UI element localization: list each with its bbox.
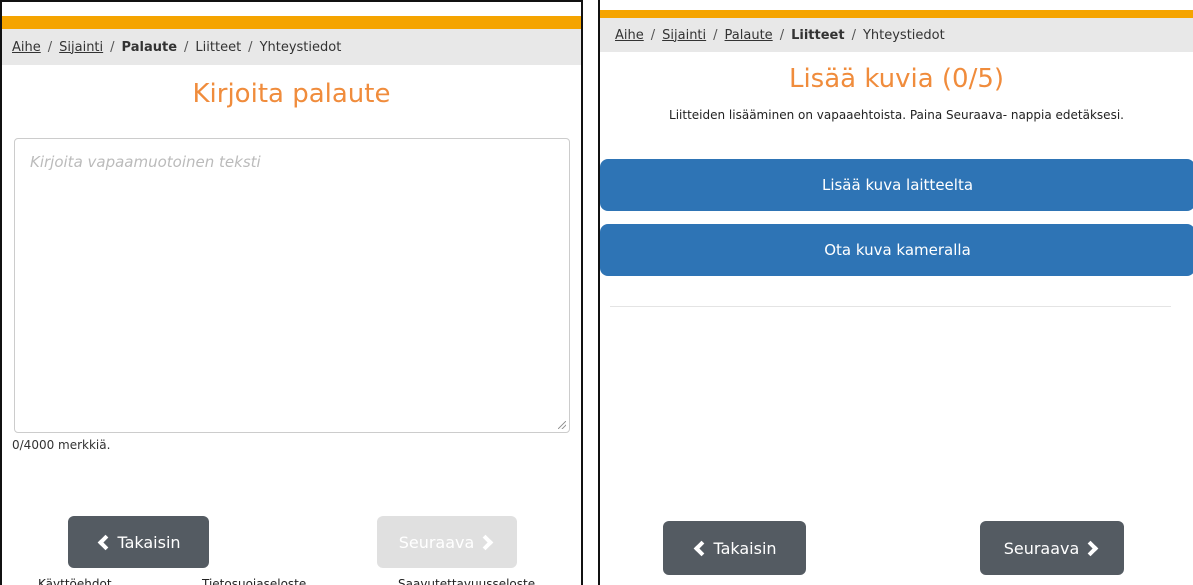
chevron-left-icon bbox=[694, 540, 710, 556]
back-button[interactable]: Takaisin bbox=[68, 516, 209, 568]
feedback-textarea[interactable]: Kirjoita vapaamuotoinen teksti bbox=[14, 138, 570, 433]
chevron-left-icon bbox=[98, 534, 114, 550]
chevron-right-icon bbox=[478, 534, 494, 550]
breadcrumb-palaute[interactable]: Palaute bbox=[725, 28, 773, 43]
next-button-label: Seuraava bbox=[1003, 538, 1080, 558]
breadcrumb-sijainti[interactable]: Sijainti bbox=[59, 40, 103, 55]
breadcrumb-aihe[interactable]: Aihe bbox=[12, 40, 41, 55]
take-photo-button[interactable]: Ota kuva kameralla bbox=[600, 224, 1193, 276]
breadcrumb-liitteet: Liitteet bbox=[791, 27, 845, 43]
resize-handle-icon[interactable] bbox=[558, 421, 566, 429]
breadcrumb-sijainti[interactable]: Sijainti bbox=[662, 28, 706, 43]
info-text: Liitteiden lisääminen on vapaaehtoista. … bbox=[669, 108, 1124, 122]
textarea-placeholder: Kirjoita vapaamuotoinen teksti bbox=[30, 153, 261, 171]
chevron-right-icon bbox=[1083, 540, 1099, 556]
privacy-link[interactable]: Tietosuojaseloste bbox=[202, 577, 306, 585]
breadcrumb-palaute: Palaute bbox=[121, 39, 178, 55]
footer-links: Käyttöehdot Tietosuojaseloste Saavutetta… bbox=[2, 577, 581, 585]
next-button[interactable]: Seuraava bbox=[980, 521, 1124, 575]
back-button-label: Takaisin bbox=[713, 538, 777, 558]
page-title: Lisää kuvia (0/5) bbox=[788, 64, 1005, 94]
feedback-step-panel: Aihe / Sijainti / Palaute / Liitteet / Y… bbox=[0, 0, 583, 585]
next-button-label: Seuraava bbox=[398, 532, 475, 552]
breadcrumb: Aihe / Sijainti / Palaute / Liitteet / Y… bbox=[2, 29, 581, 65]
char-counter: 0/4000 merkkiä. bbox=[12, 438, 111, 452]
breadcrumb: Aihe / Sijainti / Palaute / Liitteet / Y… bbox=[600, 18, 1193, 52]
breadcrumb-liitteet: Liitteet bbox=[195, 39, 242, 55]
accessibility-link[interactable]: Saavutettavuusseloste bbox=[398, 577, 535, 585]
breadcrumb-aihe[interactable]: Aihe bbox=[615, 28, 644, 43]
back-button[interactable]: Takaisin bbox=[663, 521, 806, 575]
divider bbox=[610, 306, 1171, 307]
breadcrumb-yhteystiedot: Yhteystiedot bbox=[862, 27, 945, 43]
breadcrumb-yhteystiedot: Yhteystiedot bbox=[259, 39, 342, 55]
back-button-label: Takaisin bbox=[117, 532, 181, 552]
terms-link[interactable]: Käyttöehdot bbox=[38, 577, 112, 585]
attachments-step-panel: Aihe / Sijainti / Palaute / Liitteet / Y… bbox=[598, 0, 1193, 585]
next-button[interactable]: Seuraava bbox=[377, 516, 517, 568]
accent-bar bbox=[600, 10, 1193, 18]
accent-bar bbox=[2, 16, 581, 29]
page-title: Kirjoita palaute bbox=[192, 79, 391, 109]
add-photo-from-device-button[interactable]: Lisää kuva laitteelta bbox=[600, 159, 1193, 211]
